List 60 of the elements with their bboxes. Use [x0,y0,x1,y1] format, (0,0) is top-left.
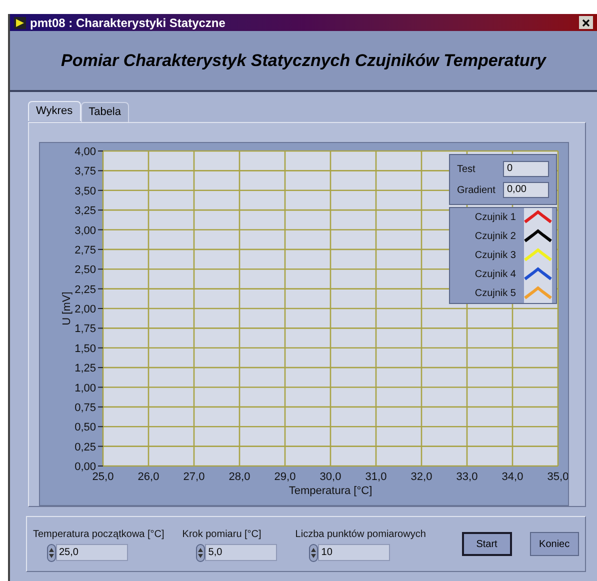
spin-arrows-icon [49,546,54,558]
header-title: Pomiar Charakterystyk Statycznych Czujników Temperatury [61,50,546,72]
indicator-field: 0,00 [503,182,549,198]
tab[interactable]: Wykres [28,101,81,121]
close-button[interactable] [579,16,593,29]
y-tick-label: 2,75 [74,244,96,256]
legend-label: Czujnik 3 [474,249,517,263]
spin-arrows-icon [311,546,316,558]
x-tick-label: 31,0 [365,471,387,483]
app-icon [14,16,26,28]
tab[interactable]: Tabela [80,102,129,122]
control-label: Krok pomiaru [°C] [182,528,262,542]
x-axis-title: Temperatura [°C] [288,485,372,497]
control-label: Temperatura początkowa [°C] [33,528,164,542]
close-icon [582,18,590,26]
y-tick-label: 1,00 [74,382,96,394]
y-tick-label: 3,25 [74,205,96,218]
y-tick-label: 4,00 [74,146,96,158]
legend-label: Czujnik 4 [474,268,517,282]
action-button[interactable]: Koniec [530,532,579,556]
y-tick-label: 2,25 [74,284,96,296]
number-field[interactable]: 10 [318,544,390,561]
y-tick-label: 1,75 [74,323,96,336]
y-tick-label: 0,50 [74,422,96,434]
spinner-arrows[interactable] [47,544,56,562]
action-button[interactable]: Start [462,532,512,556]
x-tick-label: 28,0 [228,471,250,483]
spin-arrows-icon [198,546,204,558]
number-field[interactable]: 5,0 [205,544,278,561]
x-tick-label: 34,0 [502,471,524,483]
x-tick-label: 27,0 [183,471,205,483]
y-tick-label: 3,50 [74,185,96,198]
x-tick-label: 35,0 [547,471,568,483]
indicator-label: Test [457,162,476,176]
legend-label: Czujnik 1 [474,211,517,225]
indicator-field: 0 [503,161,549,177]
legend-label: Czujnik 2 [474,230,517,244]
y-tick-label: 1,25 [74,362,96,375]
y-tick-label: 1,50 [74,342,96,355]
window-title: pmt08 : Charakterystyki Statyczne [30,14,226,32]
y-tick-label: 3,00 [74,224,96,237]
y-tick-label: 2,50 [74,264,96,276]
y-axis-title: U [mV] [61,292,73,326]
y-tick-label: 0,00 [74,461,96,473]
y-tick-label: 2,00 [74,304,96,316]
x-tick-label: 33,0 [456,471,478,483]
spinner-arrows[interactable] [196,544,206,562]
x-tick-label: 30,0 [320,471,342,483]
number-field[interactable]: 25,0 [56,544,128,561]
legend-label: Czujnik 5 [474,287,517,301]
x-tick-label: 29,0 [274,471,296,483]
x-tick-label: 32,0 [410,471,432,483]
x-tick-label: 25,0 [92,471,114,483]
y-tick-label: 3,75 [74,166,96,178]
control-label: Liczba punktów pomiarowych [295,528,426,542]
spinner-arrows[interactable] [309,544,318,562]
y-tick-label: 0,25 [74,441,96,454]
indicator-label: Gradient [457,184,496,198]
y-tick-label: 0,75 [74,402,96,414]
x-tick-label: 26,0 [138,471,160,483]
